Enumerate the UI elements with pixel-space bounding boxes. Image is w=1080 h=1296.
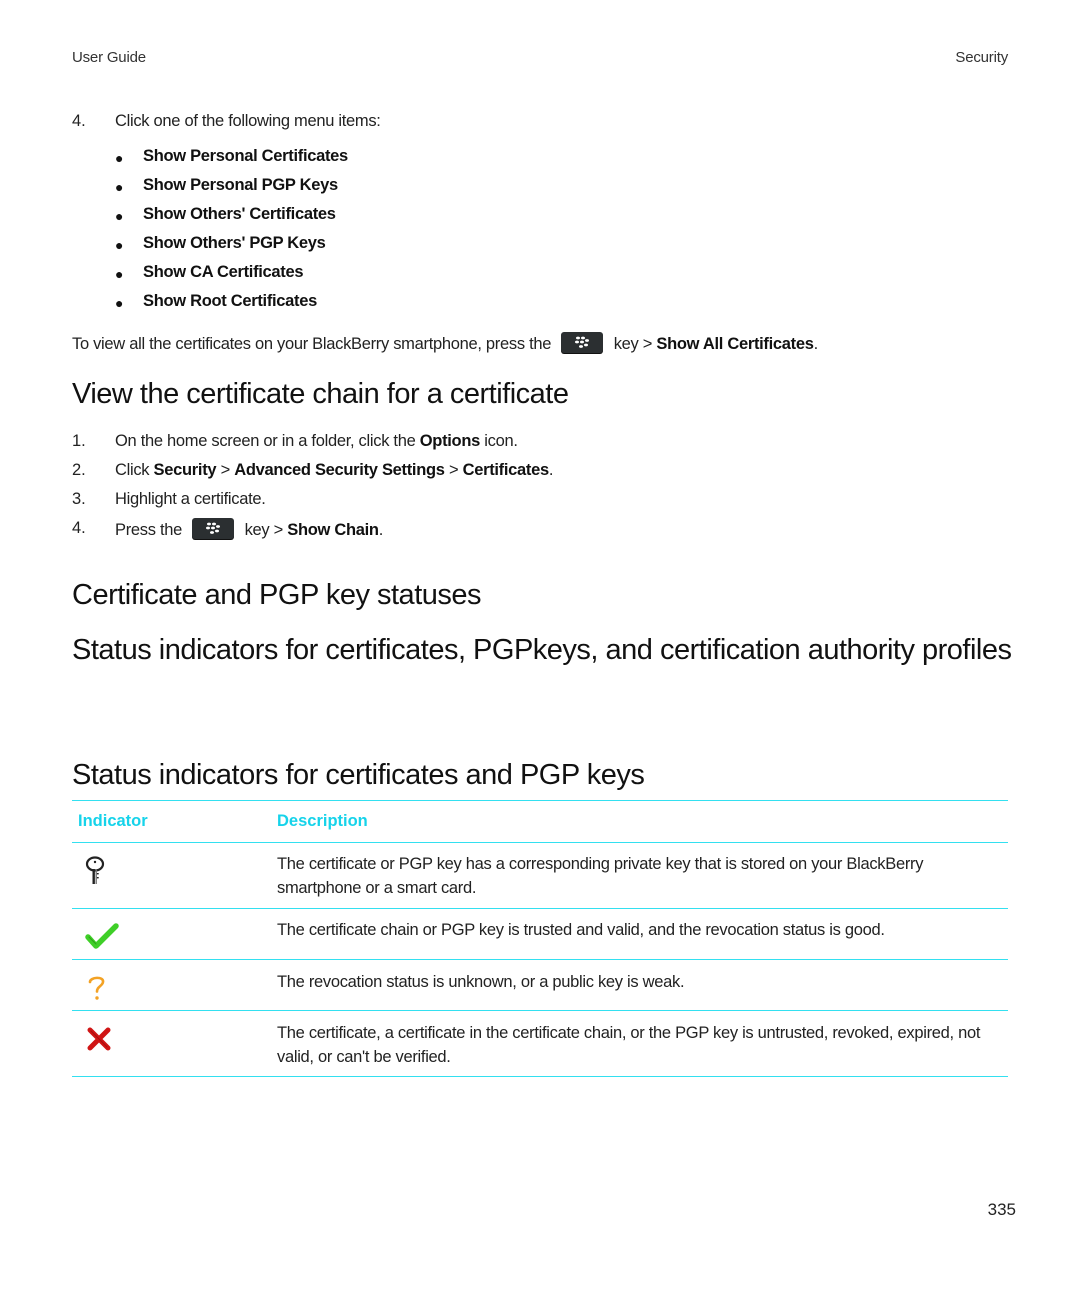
table-header-border xyxy=(72,842,1008,843)
menu-item: Show Others' Certificates xyxy=(143,205,336,223)
ui-term: Certificates xyxy=(462,461,550,479)
key-icon xyxy=(84,856,106,891)
menu-item: Show Personal PGP Keys xyxy=(143,176,338,194)
menu-item-show-all-certificates: Show All Certificates xyxy=(656,334,814,353)
step-number: 4. xyxy=(72,112,86,130)
row-description: The certificate chain or PGP key is trus… xyxy=(277,921,885,939)
orange-question-mark-icon xyxy=(86,974,108,1007)
view-all-note: To view all the certificates on your Bla… xyxy=(72,332,819,355)
row-description: The certificate or PGP key has a corresp… xyxy=(277,855,924,897)
menu-item: Show CA Certificates xyxy=(143,263,304,281)
menu-item: Show Personal Certificates xyxy=(143,147,348,165)
step-text-part: Press the xyxy=(115,520,182,539)
step-text-part: key > xyxy=(244,520,284,539)
bullet: ● xyxy=(115,237,124,253)
red-x-icon xyxy=(86,1026,112,1057)
menu-item: Show Others' PGP Keys xyxy=(143,234,326,252)
step-text: Click one of the following menu items: xyxy=(115,112,381,130)
step-text: Press the key > Show Chain. xyxy=(115,518,384,541)
row-description: The certificate, a certificate in the ce… xyxy=(277,1024,981,1066)
ui-term: Security xyxy=(153,461,217,479)
row-divider xyxy=(72,959,1008,960)
separator: > xyxy=(448,461,459,479)
bullet: ● xyxy=(115,150,124,166)
section-heading-statuses: Certificate and PGP key statuses xyxy=(72,579,482,611)
menu-item: Show Root Certificates xyxy=(143,292,318,310)
step-number: 2. xyxy=(72,461,86,479)
blackberry-menu-key-icon xyxy=(561,332,604,353)
green-checkmark-icon xyxy=(85,922,119,955)
step-text: Click Security > Advanced Security Setti… xyxy=(115,461,553,480)
bullet: ● xyxy=(115,295,124,311)
punctuation: . xyxy=(813,334,819,353)
row-divider xyxy=(72,908,1008,909)
ui-term: Advanced Security Settings xyxy=(234,461,445,479)
note-text: key > xyxy=(613,334,653,353)
ui-term: Show Chain xyxy=(287,520,379,539)
punctuation: . xyxy=(378,520,384,539)
table-top-border xyxy=(72,800,1008,801)
step-number: 3. xyxy=(72,490,86,508)
punctuation: . xyxy=(548,461,554,479)
step-number: 4. xyxy=(72,519,86,537)
column-header-indicator: Indicator xyxy=(78,812,148,830)
bullet: ● xyxy=(115,266,124,282)
row-divider xyxy=(72,1010,1008,1011)
page-number: 335 xyxy=(987,1200,1016,1219)
section-heading-table: Status indicators for certificates and P… xyxy=(72,759,645,791)
row-description: The revocation status is unknown, or a p… xyxy=(277,973,685,991)
step-text-part: On the home screen or in a folder, click… xyxy=(115,432,416,450)
column-header-description: Description xyxy=(277,812,368,830)
blackberry-menu-key-icon xyxy=(192,518,235,539)
step-text: Highlight a certificate. xyxy=(115,490,266,508)
separator: > xyxy=(220,461,231,479)
step-text-part: Click xyxy=(115,461,150,479)
step-number: 1. xyxy=(72,432,86,450)
section-heading-status-indicators: Status indicators for certificates, PGPk… xyxy=(72,634,1012,666)
note-text: To view all the certificates on your Bla… xyxy=(72,334,552,353)
table-bottom-border xyxy=(72,1076,1008,1077)
ui-term: Options xyxy=(419,432,481,450)
bullet: ● xyxy=(115,208,124,224)
step-text: On the home screen or in a folder, click… xyxy=(115,432,518,451)
bullet: ● xyxy=(115,179,124,195)
section-heading-chain: View the certificate chain for a certifi… xyxy=(72,378,569,410)
header-section-title: Security xyxy=(955,49,1008,66)
step-text-part: icon. xyxy=(484,432,518,450)
header-doc-title: User Guide xyxy=(72,49,146,66)
